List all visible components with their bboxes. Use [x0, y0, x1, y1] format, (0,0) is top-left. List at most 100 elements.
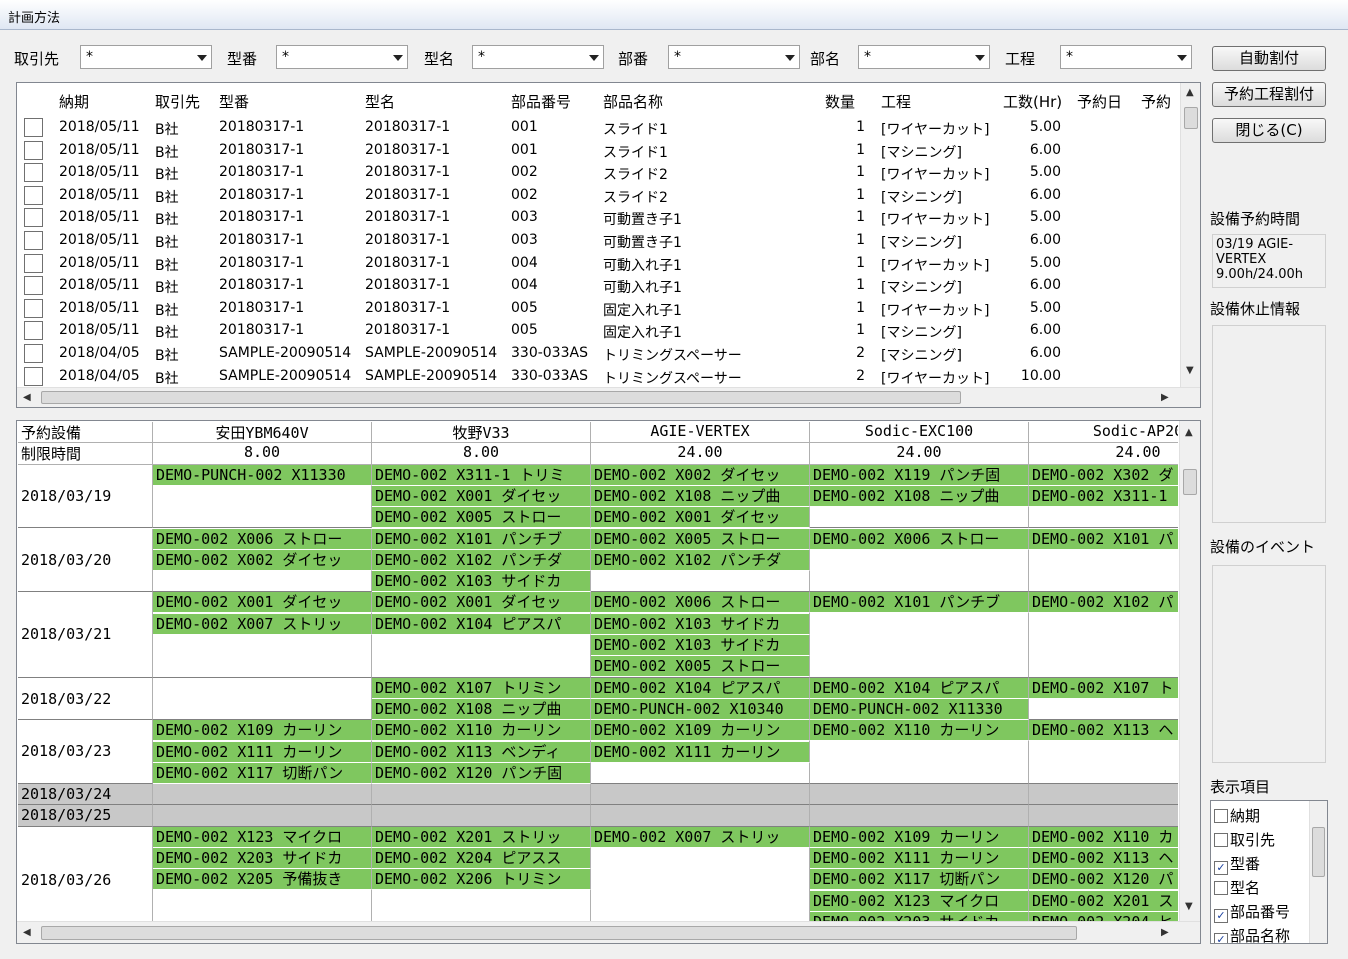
job-cell[interactable]: DEMO-002 X123 マイクロ — [810, 890, 1029, 912]
job-cell[interactable]: DEMO-002 X006 ストロー — [810, 528, 1029, 550]
table-row[interactable]: 2018/05/11 B社 20180317-1 20180317-1 003 可動置き子… — [17, 229, 1180, 252]
job-cell[interactable]: DEMO-002 X101 パ — [1029, 528, 1178, 550]
schedule-hthumb[interactable] — [41, 926, 1077, 940]
col-header-8[interactable]: 工数(Hr) — [1003, 91, 1062, 112]
order-grid-vthumb[interactable] — [1184, 107, 1198, 129]
machine-header[interactable]: Sodic-AP20 — [1029, 422, 1178, 444]
row-checkbox[interactable] — [24, 321, 43, 341]
col-header-3[interactable]: 型名 — [365, 91, 395, 112]
row-checkbox[interactable] — [24, 298, 43, 318]
display-item[interactable]: 型名 — [1214, 877, 1260, 898]
filter-select[interactable]: * — [858, 45, 990, 69]
scroll-up-icon[interactable]: ▲ — [1186, 87, 1194, 98]
job-cell[interactable]: DEMO-002 X104 ピアスパ — [810, 677, 1029, 699]
job-cell[interactable]: DEMO-002 X006 ストロー — [153, 528, 372, 550]
job-cell[interactable]: DEMO-002 X110 カーリン — [810, 720, 1029, 742]
check-icon[interactable]: ✓ — [1214, 909, 1228, 923]
job-cell[interactable]: DEMO-002 X002 ダイセッ — [591, 464, 810, 486]
job-cell[interactable]: DEMO-002 X110 カ — [1029, 826, 1178, 848]
table-row[interactable]: 2018/05/11 B社 20180317-1 20180317-1 002 スライド2… — [17, 161, 1180, 184]
chevron-down-icon[interactable] — [975, 55, 985, 61]
table-row[interactable]: 2018/05/11 B社 20180317-1 20180317-1 004 可動入れ子… — [17, 252, 1180, 275]
job-cell[interactable]: DEMO-002 X007 ストリッ — [591, 826, 810, 848]
col-header-10[interactable]: 予約 — [1141, 91, 1171, 112]
job-cell[interactable]: DEMO-002 X102 パンチダ — [372, 549, 591, 571]
display-item[interactable]: 納期 — [1214, 805, 1260, 826]
job-cell[interactable]: DEMO-002 X001 ダイセッ — [372, 592, 591, 614]
job-cell[interactable]: DEMO-002 X005 ストロー — [372, 507, 591, 529]
row-checkbox[interactable] — [24, 366, 43, 386]
job-cell[interactable]: DEMO-002 X002 ダイセッ — [153, 549, 372, 571]
scroll-left-icon[interactable]: ◀ — [23, 392, 31, 403]
check-icon[interactable]: ✓ — [1214, 861, 1228, 875]
table-row[interactable]: 2018/05/11 B社 20180317-1 20180317-1 001 スライド1… — [17, 116, 1180, 139]
chevron-down-icon[interactable] — [393, 55, 403, 61]
machine-header[interactable]: 牧野V33 — [372, 422, 591, 444]
job-cell[interactable]: DEMO-002 X108 ニップ曲 — [810, 485, 1029, 507]
display-item[interactable]: 取引先 — [1214, 829, 1275, 850]
check-icon[interactable]: ✓ — [1214, 933, 1228, 943]
checkbox-icon[interactable] — [1214, 809, 1228, 823]
chevron-down-icon[interactable] — [197, 55, 207, 61]
job-cell[interactable]: DEMO-PUNCH-002 X11330 — [153, 464, 372, 486]
job-cell[interactable]: DEMO-002 X113 ベンディ — [372, 741, 591, 763]
job-cell[interactable]: DEMO-002 X204 ピアスス — [372, 848, 591, 869]
machine-header[interactable]: Sodic-EXC100 — [810, 422, 1029, 444]
job-cell[interactable]: DEMO-002 X005 ストロー — [591, 656, 810, 678]
job-cell[interactable]: DEMO-002 X109 カーリン — [810, 826, 1029, 848]
job-cell[interactable]: DEMO-002 X001 ダイセッ — [591, 507, 810, 529]
job-cell[interactable]: DEMO-002 X201 ストリッ — [372, 826, 591, 848]
day-cell[interactable] — [153, 677, 372, 721]
job-cell[interactable]: DEMO-002 X005 ストロー — [591, 528, 810, 550]
job-cell[interactable]: DEMO-002 X006 ストロー — [591, 592, 810, 614]
col-header-7[interactable]: 工程 — [881, 91, 911, 112]
table-row[interactable]: 2018/05/11 B社 20180317-1 20180317-1 004 可動入れ子… — [17, 274, 1180, 297]
scroll-right-icon[interactable]: ▶ — [1161, 927, 1169, 938]
order-grid-hthumb[interactable] — [41, 391, 961, 404]
job-cell[interactable]: DEMO-002 X101 パンチブ — [372, 528, 591, 550]
checkbox-icon[interactable] — [1214, 833, 1228, 847]
checkbox-icon[interactable] — [1214, 881, 1228, 895]
row-checkbox[interactable] — [24, 231, 43, 250]
job-cell[interactable]: DEMO-002 X104 ピアスパ — [372, 613, 591, 635]
job-cell[interactable]: DEMO-002 X108 ニップ曲 — [591, 485, 810, 507]
display-items-scroll-thumb[interactable] — [1312, 827, 1325, 877]
machine-header[interactable]: 安田YBM640V — [153, 422, 372, 444]
close-button[interactable]: 閉じる(C) — [1212, 118, 1326, 143]
job-cell[interactable]: DEMO-002 X111 カーリン — [591, 741, 810, 763]
job-cell[interactable]: DEMO-002 X113 ヘ — [1029, 720, 1178, 742]
job-cell[interactable]: DEMO-002 X101 パンチブ — [810, 592, 1029, 614]
scroll-left-icon[interactable]: ◀ — [23, 927, 31, 938]
col-header-0[interactable]: 納期 — [59, 91, 89, 112]
job-cell[interactable]: DEMO-002 X311-1 — [1029, 485, 1178, 507]
filter-select[interactable]: * — [1060, 45, 1192, 69]
schedule-hscroll[interactable]: ◀ ▶ — [17, 921, 1200, 943]
col-header-5[interactable]: 部品名称 — [603, 91, 663, 112]
row-checkbox[interactable] — [24, 344, 43, 363]
job-cell[interactable]: DEMO-002 X001 ダイセッ — [372, 485, 591, 507]
filter-select[interactable]: * — [80, 45, 212, 69]
table-row[interactable]: 2018/05/11 B社 20180317-1 20180317-1 001 スライド1… — [17, 139, 1180, 162]
job-cell[interactable]: DEMO-002 X103 サイドカ — [591, 613, 810, 635]
job-cell[interactable]: DEMO-002 X117 切断パン — [153, 762, 372, 784]
job-cell[interactable]: DEMO-002 X110 カーリン — [372, 720, 591, 742]
job-cell[interactable]: DEMO-002 X119 パンチ固 — [810, 464, 1029, 486]
job-cell[interactable]: DEMO-PUNCH-002 X11330 — [810, 698, 1029, 720]
row-checkbox[interactable] — [24, 140, 43, 160]
scroll-down-icon[interactable]: ▼ — [1185, 901, 1193, 912]
job-cell[interactable]: DEMO-002 X102 パンチダ — [591, 549, 810, 571]
job-cell[interactable]: DEMO-002 X311-1 トリミ — [372, 464, 591, 486]
table-row[interactable]: 2018/05/11 B社 20180317-1 20180317-1 003 可動置き子… — [17, 206, 1180, 229]
machine-header[interactable]: AGIE-VERTEX — [591, 422, 810, 444]
scroll-up-icon[interactable]: ▲ — [1185, 427, 1193, 438]
chevron-down-icon[interactable] — [785, 55, 795, 61]
row-checkbox[interactable] — [24, 185, 43, 205]
table-row[interactable]: 2018/04/05 B社 SAMPLE-20090514 SAMPLE-200905… — [17, 342, 1180, 365]
job-cell[interactable]: DEMO-002 X206 トリミン — [372, 869, 591, 891]
order-grid-hscroll[interactable]: ◀ ▶ — [17, 387, 1200, 407]
job-cell[interactable]: DEMO-002 X109 カーリン — [153, 720, 372, 742]
table-row[interactable]: 2018/04/05 B社 SAMPLE-20090514 SAMPLE-200905… — [17, 365, 1180, 388]
display-item[interactable]: ✓ 部品名称 — [1214, 925, 1290, 943]
job-cell[interactable]: DEMO-002 X104 ピアスパ — [591, 677, 810, 699]
chevron-down-icon[interactable] — [1177, 55, 1187, 61]
